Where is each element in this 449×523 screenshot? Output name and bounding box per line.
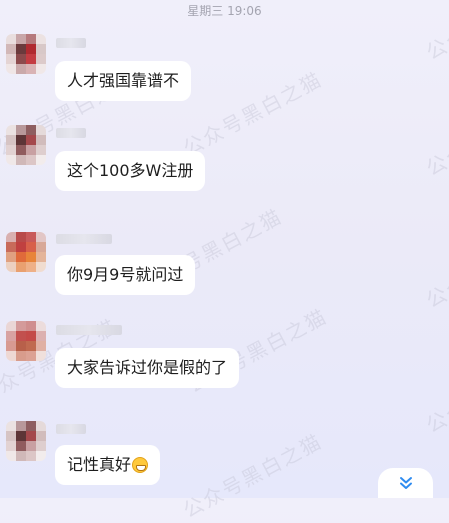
watermark: 公众号黑白之猫 bbox=[422, 87, 449, 181]
scroll-to-bottom-button[interactable] bbox=[378, 468, 433, 498]
message-bubble[interactable]: 这个100多W注册 bbox=[55, 151, 206, 191]
watermark: 公众号黑白之猫 bbox=[179, 429, 327, 523]
avatar[interactable] bbox=[6, 421, 46, 461]
avatar[interactable] bbox=[6, 125, 46, 165]
message-bubble[interactable]: 人才强国靠谱不 bbox=[55, 61, 192, 101]
sender-name bbox=[56, 424, 86, 434]
sender-name bbox=[56, 38, 86, 48]
watermark: 公众号黑白之猫 bbox=[179, 67, 327, 161]
sender-name bbox=[56, 234, 112, 244]
chat-timestamp: 星期三 19:06 bbox=[187, 4, 262, 18]
sender-name bbox=[56, 128, 86, 138]
sender-name bbox=[56, 325, 122, 335]
message-bubble[interactable]: 记性真好 bbox=[55, 445, 161, 485]
message-bubble[interactable]: 大家告诉过你是假的了 bbox=[55, 348, 240, 388]
watermark: 公众号黑白之猫 bbox=[422, 344, 449, 438]
message-text: 记性真好 bbox=[67, 455, 132, 474]
grinning-face-icon bbox=[132, 457, 149, 473]
double-chevron-down-icon bbox=[399, 477, 412, 489]
avatar[interactable] bbox=[6, 321, 46, 361]
avatar[interactable] bbox=[6, 232, 46, 272]
message-bubble[interactable]: 你9月9号就问过 bbox=[55, 255, 196, 295]
avatar[interactable] bbox=[6, 34, 46, 74]
watermark: 公众号黑白之猫 bbox=[422, 219, 449, 313]
